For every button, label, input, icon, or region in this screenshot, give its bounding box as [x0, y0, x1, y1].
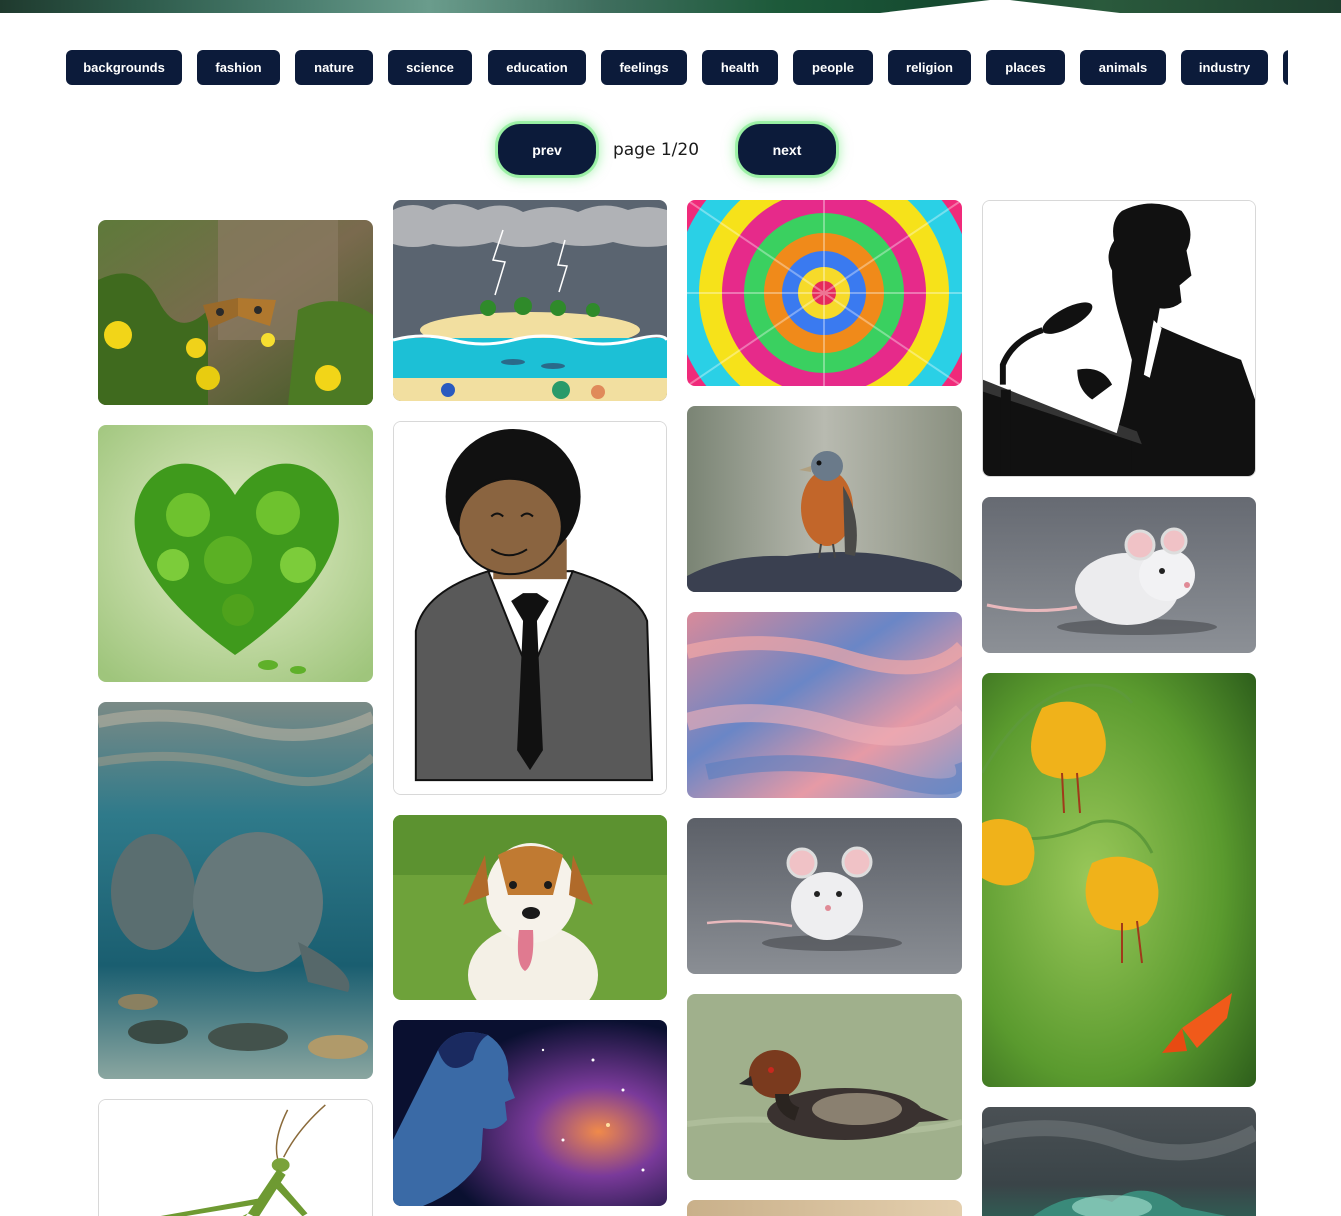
category-religion-button[interactable]: religion: [888, 50, 971, 85]
category-industry-button[interactable]: industry: [1181, 50, 1268, 85]
stormy-sea-image[interactable]: [982, 1107, 1256, 1216]
category-fashion-button[interactable]: fashion: [197, 50, 280, 85]
speaker-at-podium-silhouette-image[interactable]: [982, 200, 1256, 477]
white-rat-image[interactable]: [982, 497, 1256, 653]
category-science-button[interactable]: science: [388, 50, 472, 85]
yellow-lilies-with-butterfly-image[interactable]: [982, 673, 1256, 1087]
man-in-suit-cartoon-image[interactable]: [393, 421, 667, 795]
category-health-button[interactable]: health: [702, 50, 778, 85]
category-nature-button[interactable]: nature: [295, 50, 373, 85]
cosmic-woman-profile-image[interactable]: [393, 1020, 667, 1206]
page-indicator: page 1/20: [612, 140, 700, 160]
duck-swimming-image[interactable]: [687, 994, 962, 1180]
chaffinch-bird-image[interactable]: [687, 406, 962, 592]
banner-notch: [880, 0, 1120, 13]
pink-sunset-sky-image[interactable]: [687, 612, 962, 798]
category-places-button[interactable]: places: [986, 50, 1065, 85]
manatees-underwater-image[interactable]: [98, 702, 373, 1079]
white-mouse-image[interactable]: [687, 818, 962, 974]
prev-button[interactable]: prev: [498, 124, 596, 175]
green-leaf-heart-image[interactable]: [98, 425, 373, 682]
category-bar: backgrounds fashion nature science educa…: [66, 50, 1288, 86]
category-overflow-button[interactable]: [1283, 50, 1288, 85]
category-backgrounds-button[interactable]: backgrounds: [66, 50, 182, 85]
rainbow-kaleidoscope-image[interactable]: [687, 200, 962, 386]
category-animals-button[interactable]: animals: [1080, 50, 1166, 85]
beige-partial-image[interactable]: [687, 1200, 962, 1216]
category-education-button[interactable]: education: [488, 50, 586, 85]
smiling-dog-image[interactable]: [393, 815, 667, 1000]
category-feelings-button[interactable]: feelings: [601, 50, 687, 85]
top-banner-image: [0, 0, 1341, 13]
praying-mantis-image[interactable]: [98, 1099, 373, 1216]
category-people-button[interactable]: people: [793, 50, 873, 85]
next-button[interactable]: next: [738, 124, 836, 175]
butterfly-on-yellow-flowers-image[interactable]: [98, 220, 373, 405]
island-storm-illustration-image[interactable]: [393, 200, 667, 401]
